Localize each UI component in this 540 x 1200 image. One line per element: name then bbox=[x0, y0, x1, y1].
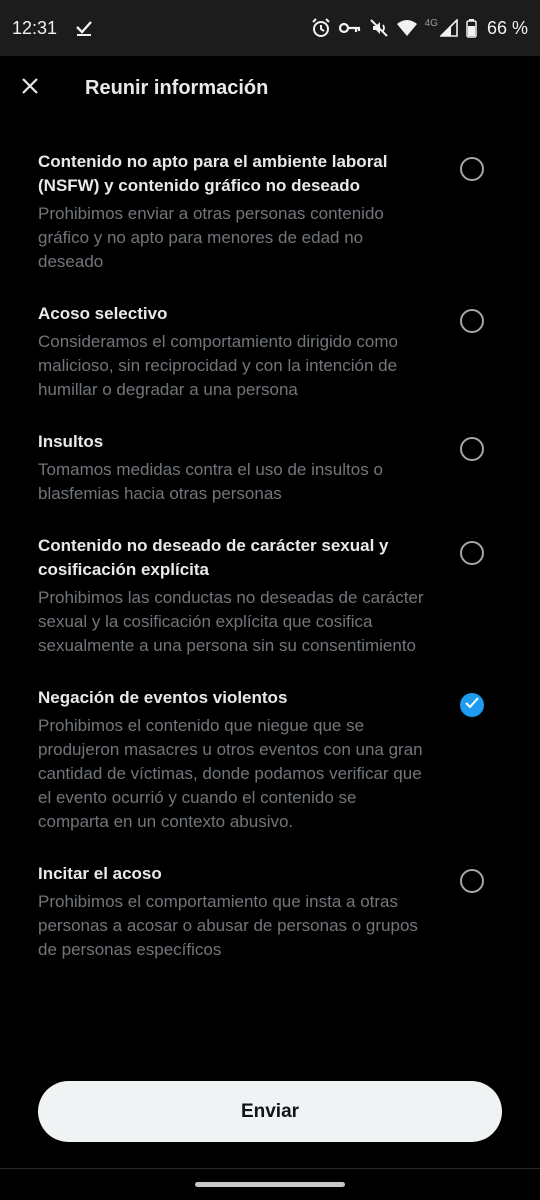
option-description: Prohibimos las conductas no deseadas de … bbox=[38, 588, 424, 655]
battery-level: 66 % bbox=[486, 17, 528, 38]
option-description: Consideramos el comportamiento dirigido … bbox=[38, 332, 398, 399]
footer: Enviar bbox=[0, 1060, 540, 1170]
option-description: Prohibimos el contenido que niegue que s… bbox=[38, 716, 423, 831]
status-time: 12:31 bbox=[12, 17, 58, 38]
status-bar: 12:31 4G 66 % bbox=[0, 0, 540, 56]
battery-icon bbox=[466, 18, 477, 38]
checkmark-download-icon bbox=[75, 19, 93, 37]
option-row[interactable]: Negación de eventos violentos Prohibimos … bbox=[0, 686, 540, 834]
send-button[interactable]: Enviar bbox=[38, 1081, 502, 1142]
checkmark-icon bbox=[465, 696, 479, 714]
option-row[interactable]: Contenido no deseado de carácter sexual … bbox=[0, 534, 540, 658]
alarm-icon bbox=[311, 18, 331, 38]
option-description: Tomamos medidas contra el uso de insulto… bbox=[38, 460, 383, 503]
radio-unchecked[interactable] bbox=[460, 869, 484, 893]
option-row[interactable]: Acoso selectivo Consideramos el comportam… bbox=[0, 302, 540, 402]
option-title: Insultos bbox=[38, 432, 104, 451]
option-row[interactable]: Insultos Tomamos medidas contra el uso de… bbox=[0, 430, 540, 506]
radio-unchecked[interactable] bbox=[460, 541, 484, 565]
wifi-icon bbox=[396, 19, 417, 37]
option-row[interactable]: Contenido no apto para el ambiente labor… bbox=[0, 150, 540, 274]
options-list: Contenido no apto para el ambiente labor… bbox=[0, 150, 540, 990]
page-title: Reunir información bbox=[85, 76, 269, 99]
option-title: Contenido no deseado de carácter sexual … bbox=[38, 536, 389, 579]
mute-icon bbox=[369, 18, 389, 38]
radio-checked[interactable] bbox=[460, 693, 484, 717]
signal-icon bbox=[439, 19, 458, 37]
option-description: Prohibimos enviar a otras personas conte… bbox=[38, 204, 384, 271]
option-title: Contenido no apto para el ambiente labor… bbox=[38, 152, 388, 195]
radio-unchecked[interactable] bbox=[460, 309, 484, 333]
option-title: Incitar el acoso bbox=[38, 864, 162, 883]
home-indicator[interactable] bbox=[195, 1182, 345, 1187]
close-button[interactable] bbox=[0, 56, 60, 120]
option-title: Acoso selectivo bbox=[38, 304, 168, 323]
network-type: 4G bbox=[424, 17, 438, 29]
vpn-key-icon bbox=[338, 21, 361, 35]
radio-unchecked[interactable] bbox=[460, 437, 484, 461]
close-icon bbox=[21, 77, 39, 100]
top-app-bar: Reunir información bbox=[0, 56, 540, 120]
option-description: Prohibimos el comportamiento que insta a… bbox=[38, 892, 418, 959]
option-row[interactable]: Incitar el acoso Prohibimos el comportami… bbox=[0, 862, 540, 962]
radio-unchecked[interactable] bbox=[460, 157, 484, 181]
option-title: Negación de eventos violentos bbox=[38, 688, 288, 707]
